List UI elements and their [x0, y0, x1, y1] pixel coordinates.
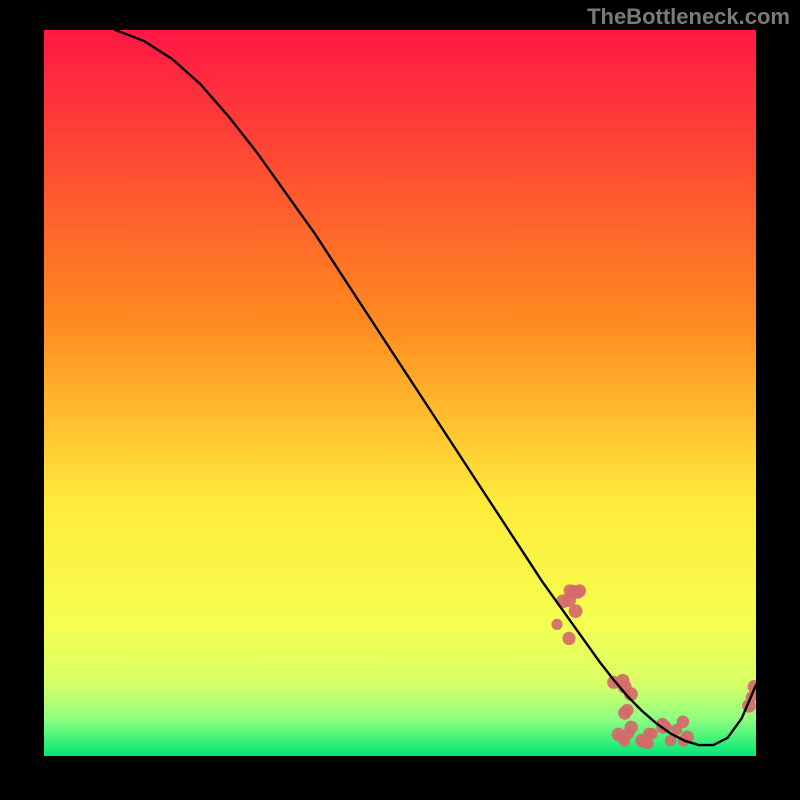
data-dot	[569, 604, 583, 618]
data-dot	[677, 716, 690, 729]
watermark-label: TheBottleneck.com	[587, 4, 790, 30]
chart-container: TheBottleneck.com	[0, 0, 800, 800]
data-dot	[562, 632, 575, 645]
data-dot	[637, 734, 650, 747]
data-dot	[612, 728, 626, 742]
data-dot	[618, 706, 631, 719]
data-dot	[551, 619, 562, 630]
bottleneck-plot	[44, 30, 756, 756]
data-dot	[556, 594, 570, 608]
gradient-background	[44, 30, 756, 756]
data-dot	[571, 586, 584, 599]
